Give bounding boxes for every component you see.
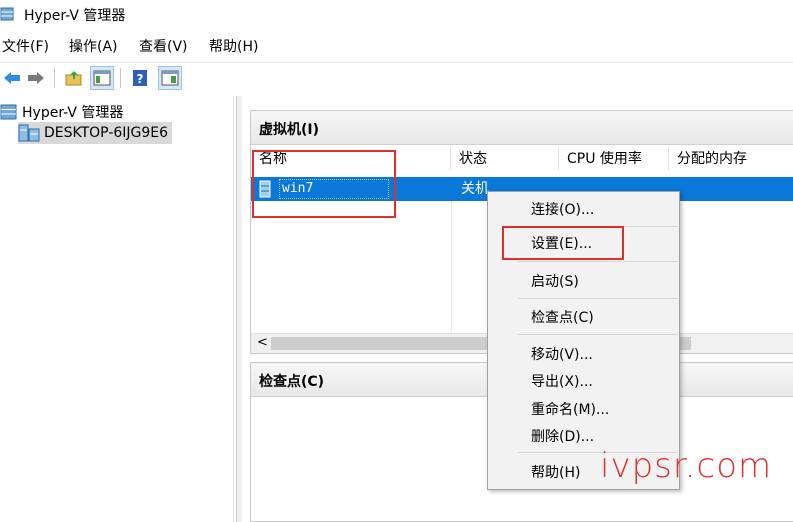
- menu-item-export[interactable]: 导出(X)...: [490, 369, 677, 395]
- tree-item-hyper-v-manager[interactable]: Hyper-V 管理器: [0, 102, 123, 122]
- menu-bar: 文件(F) 操作(A) 查看(V) 帮助(H): [0, 36, 793, 58]
- column-header-name[interactable]: 名称: [251, 147, 451, 171]
- watermark: ivpsr.com: [600, 446, 773, 486]
- menu-action[interactable]: 操作(A): [69, 36, 118, 58]
- toolbar-separator: [120, 68, 121, 88]
- forward-arrow-icon[interactable]: [24, 66, 48, 90]
- vm-icon: [259, 180, 271, 198]
- toolbar: ?: [0, 62, 793, 92]
- column-header-cpu[interactable]: CPU 使用率: [559, 147, 669, 171]
- menu-separator: [518, 226, 678, 227]
- menu-item-move[interactable]: 移动(V)...: [490, 342, 677, 368]
- menu-item-checkpoint[interactable]: 检查点(C): [490, 305, 677, 331]
- back-arrow-icon[interactable]: [0, 66, 24, 90]
- title-bar: Hyper-V 管理器: [0, 0, 793, 30]
- vm-pane-title: 虚拟机(I): [251, 111, 793, 145]
- menu-separator: [518, 298, 678, 299]
- menu-help[interactable]: 帮助(H): [209, 36, 258, 58]
- hyper-v-server-icon: [0, 104, 18, 120]
- menu-item-settings[interactable]: 设置(E)...: [490, 231, 677, 257]
- menu-view[interactable]: 查看(V): [139, 36, 188, 58]
- tree-item-server[interactable]: DESKTOP-6IJG9E6: [18, 122, 173, 144]
- tree-item-label: Hyper-V 管理器: [22, 105, 124, 121]
- toolbar-separator: [54, 68, 55, 88]
- menu-separator: [518, 261, 678, 262]
- column-divider: [451, 201, 452, 333]
- vm-name-cell[interactable]: win7: [279, 179, 389, 199]
- menu-separator: [518, 334, 678, 335]
- menu-item-connect[interactable]: 连接(O)...: [490, 197, 677, 223]
- scroll-left-arrow[interactable]: <: [257, 335, 268, 350]
- svg-text:?: ?: [137, 72, 144, 86]
- tree-item-label: DESKTOP-6IJG9E6: [44, 125, 169, 141]
- server-icon: [18, 124, 40, 142]
- window-title: Hyper-V 管理器: [24, 8, 126, 24]
- help-icon[interactable]: ?: [128, 66, 152, 90]
- column-header-memory[interactable]: 分配的内存: [669, 147, 793, 171]
- properties-pane-icon[interactable]: [158, 66, 182, 90]
- navigation-tree: Hyper-V 管理器 DESKTOP-6IJG9E6: [0, 96, 234, 522]
- vm-state-cell: 关机: [461, 181, 489, 197]
- menu-file[interactable]: 文件(F): [2, 36, 49, 58]
- up-folder-icon[interactable]: [62, 66, 86, 90]
- pane-splitter[interactable]: [236, 96, 242, 522]
- menu-item-start[interactable]: 启动(S): [490, 269, 677, 295]
- column-header-state[interactable]: 状态: [451, 147, 559, 171]
- menu-item-rename[interactable]: 重命名(M)...: [490, 397, 677, 423]
- show-hide-pane-icon[interactable]: [90, 66, 114, 90]
- hyper-v-app-icon: [0, 6, 16, 22]
